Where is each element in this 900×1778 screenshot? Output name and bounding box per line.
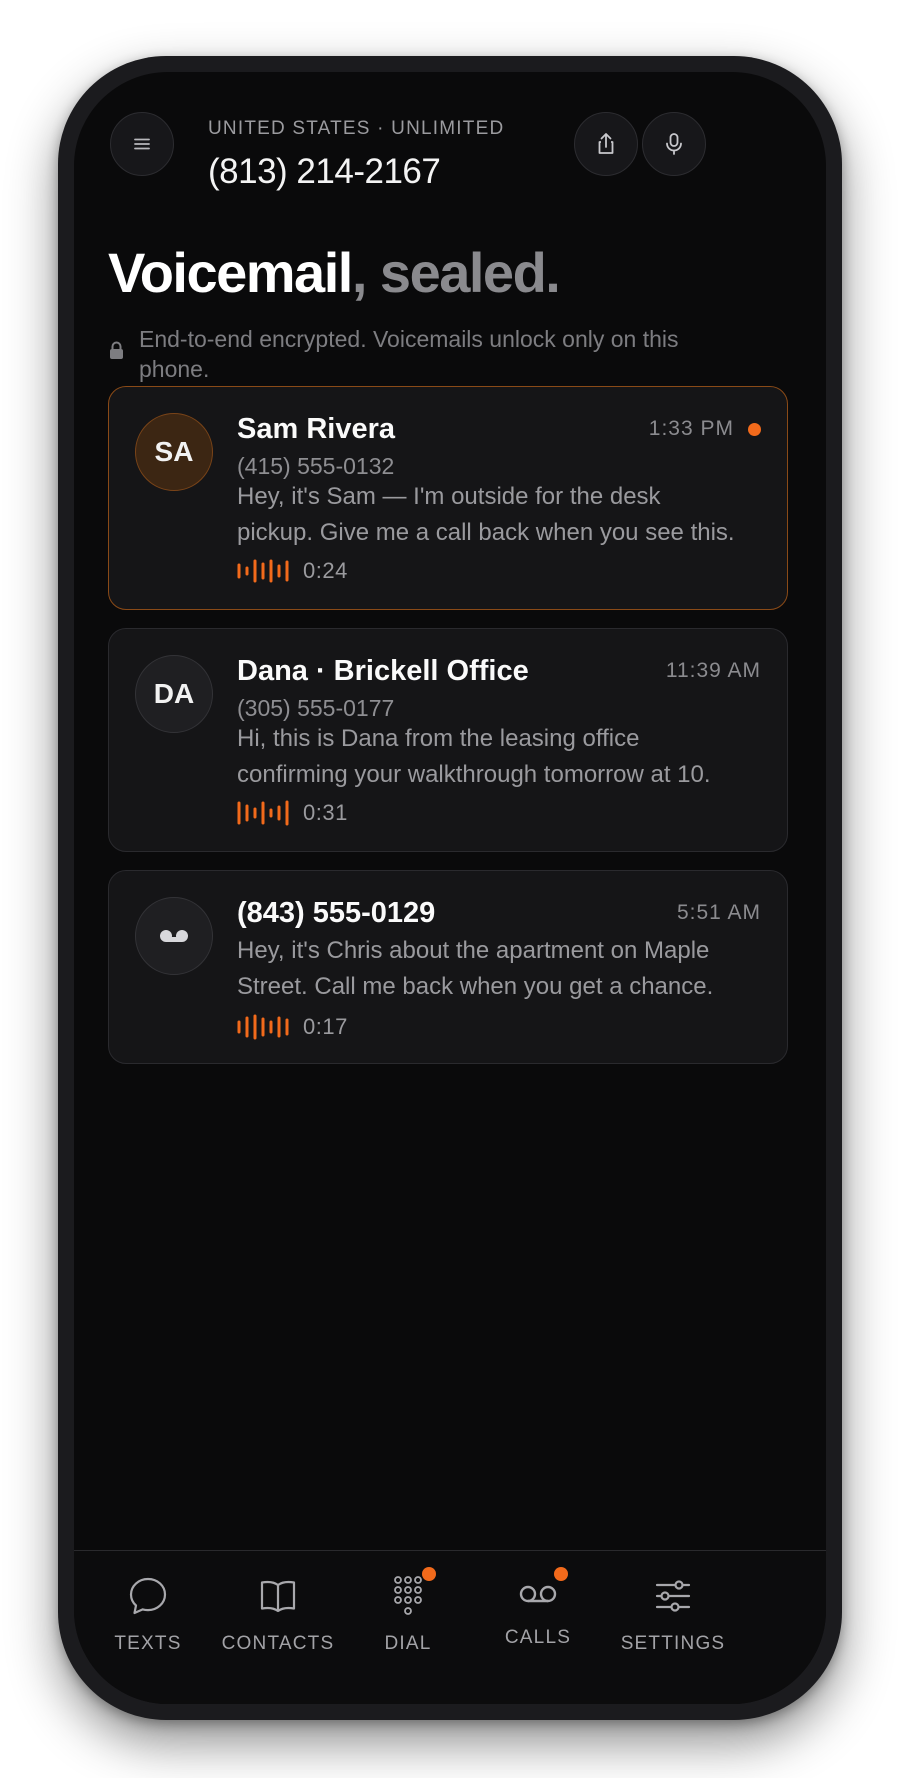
caller-name: (843) 555-0129: [237, 897, 436, 929]
tab-label: CALLS: [504, 1627, 572, 1648]
play-voicemail-button[interactable]: 0:17: [237, 1013, 348, 1041]
waveform-icon: [237, 800, 289, 826]
voicemail-card[interactable]: DA Dana · Brickell Office 11:39 AM (305)…: [108, 628, 788, 852]
time-text: 11:39 AM: [665, 659, 761, 682]
voicemail-time: 1:33 PM: [649, 417, 761, 441]
encryption-text: End-to-end encrypted. Voicemails unlock …: [139, 326, 679, 382]
caller-name: Dana · Brickell Office: [237, 655, 529, 687]
waveform-icon: [237, 559, 289, 583]
menu-button[interactable]: [110, 112, 174, 176]
title-accent: , sealed.: [351, 241, 561, 304]
transcript-line-1: Hey, it's Chris about the apartment on M…: [237, 937, 710, 964]
time-text: 5:51 AM: [676, 901, 761, 924]
tab-dial[interactable]: DIAL: [338, 1567, 478, 1655]
sliders-icon: [655, 1580, 691, 1612]
voicemail-transcript: Hey, it's Chris about the apartment on M…: [237, 933, 765, 1005]
voicemail-icon: [519, 1585, 557, 1603]
microphone-button[interactable]: [642, 112, 706, 176]
tab-label: DIAL: [384, 1633, 432, 1654]
voicemail-time: 5:51 AM: [677, 901, 761, 925]
title-main: Voicemail: [108, 241, 353, 304]
notification-badge: [422, 1567, 436, 1581]
tab-label: CONTACTS: [221, 1633, 335, 1654]
tab-calls[interactable]: CALLS: [468, 1567, 608, 1649]
time-text: 1:33 PM: [648, 417, 734, 440]
encryption-note: End-to-end encrypted. Voicemails unlock …: [108, 324, 728, 384]
page-title: Voicemail, sealed.: [108, 240, 561, 305]
hamburger-icon: [134, 138, 150, 150]
voicemail-transcript: Hi, this is Dana from the leasing office…: [237, 721, 765, 793]
share-button[interactable]: [574, 112, 638, 176]
transcript-line-1: Hey, it's Sam — I'm outside for the desk: [237, 483, 661, 510]
tab-contacts[interactable]: CONTACTS: [208, 1573, 348, 1655]
voicemail-time: 11:39 AM: [666, 659, 761, 683]
lock-icon: [110, 341, 123, 359]
country-plan-label: UNITED STATES · UNLIMITED: [208, 118, 505, 139]
my-phone-number: (813) 214-2167: [208, 152, 441, 191]
tab-texts[interactable]: TEXTS: [78, 1573, 218, 1655]
microphone-icon: [666, 133, 682, 155]
tab-settings[interactable]: SETTINGS: [598, 1573, 748, 1655]
transcript-line-1: Hi, this is Dana from the leasing office: [237, 725, 640, 752]
avatar: [135, 897, 213, 975]
share-icon: [598, 133, 614, 154]
waveform-icon: [237, 1014, 289, 1040]
caller-number: (415) 555-0132: [237, 453, 395, 479]
duration: 0:31: [303, 800, 348, 825]
keypad-icon: [394, 1576, 422, 1615]
avatar: SA: [135, 413, 213, 491]
chat-bubble-icon: [129, 1577, 167, 1615]
duration: 0:24: [303, 558, 348, 583]
tab-label: SETTINGS: [620, 1633, 726, 1654]
transcript-line-2: Street. Call me back when you get a chan…: [237, 973, 714, 1000]
caller-name: Sam Rivera: [237, 413, 395, 445]
avatar: DA: [135, 655, 213, 733]
voicemail-card[interactable]: (843) 555-0129 5:51 AM Hey, it's Chris a…: [108, 870, 788, 1064]
bottom-tab-bar: TEXTS CONTACTS DIAL CALLS SETTINGS: [74, 1550, 826, 1704]
transcript-line-2: confirming your walkthrough tomorrow at …: [237, 761, 711, 788]
transcript-line-2: pickup. Give me a call back when you see…: [237, 519, 735, 546]
unread-dot: [748, 422, 761, 436]
phone-frame: UNITED STATES · UNLIMITED (813) 214-2167…: [58, 56, 842, 1720]
voicemail-card[interactable]: SA Sam Rivera 1:33 PM (415) 555-0132 Hey…: [108, 386, 788, 610]
play-voicemail-button[interactable]: 0:31: [237, 799, 348, 827]
duration: 0:17: [303, 1014, 348, 1039]
caller-number: (305) 555-0177: [237, 695, 395, 721]
play-voicemail-button[interactable]: 0:24: [237, 557, 348, 585]
voicemail-icon: [160, 930, 188, 942]
tab-label: TEXTS: [114, 1633, 182, 1654]
book-icon: [260, 1580, 296, 1613]
app-screen: UNITED STATES · UNLIMITED (813) 214-2167…: [74, 72, 826, 1704]
notification-badge: [554, 1567, 568, 1581]
voicemail-transcript: Hey, it's Sam — I'm outside for the desk…: [237, 479, 765, 551]
